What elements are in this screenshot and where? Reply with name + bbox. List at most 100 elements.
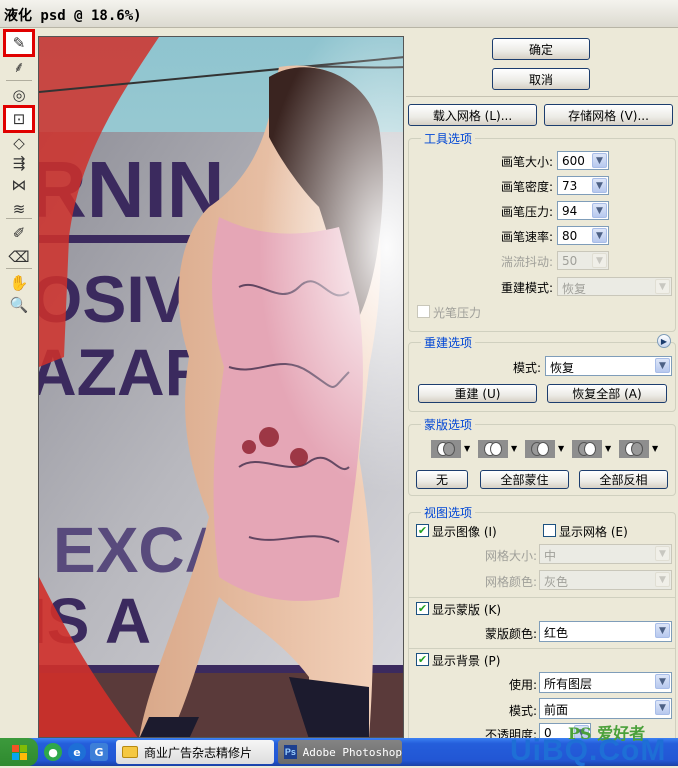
load-mesh-button[interactable]: 载入网格 (L)... bbox=[408, 104, 537, 126]
use-label: 使用: bbox=[508, 678, 537, 692]
reconstruct-mode-select: 恢复 ▼ bbox=[557, 277, 672, 296]
title-bar: 液化 psd @ 18.6%) bbox=[0, 0, 678, 28]
mode-label: 模式: bbox=[512, 361, 541, 375]
dropdown-arrow-icon[interactable]: ▼ bbox=[511, 444, 517, 453]
show-mask-checkbox[interactable]: ✔ bbox=[416, 602, 429, 615]
mesh-color-select: 灰色 ▼ bbox=[539, 570, 672, 590]
reconstruct-icon: ⸙ bbox=[13, 58, 25, 76]
start-button[interactable] bbox=[0, 738, 38, 766]
chevron-down-icon[interactable]: ▼ bbox=[655, 623, 670, 638]
subtract-from-selection-icon[interactable] bbox=[525, 440, 555, 458]
replace-selection-icon[interactable] bbox=[431, 440, 461, 458]
freeze-mask-tool[interactable]: ✐ bbox=[6, 222, 32, 244]
chevron-down-icon: ▼ bbox=[655, 279, 670, 294]
pucker-tool[interactable]: ⊡ bbox=[3, 105, 35, 133]
brush-pressure-input[interactable]: 94 ▼ bbox=[557, 201, 609, 220]
dropdown-arrow-icon[interactable]: ▼ bbox=[605, 444, 611, 453]
chevron-down-icon: ▼ bbox=[592, 253, 607, 268]
mask-options-title: 蒙版选项 bbox=[421, 416, 476, 433]
dropdown-arrow-icon[interactable]: ▼ bbox=[464, 444, 470, 453]
reconstruct-tool[interactable]: ⸙ bbox=[6, 56, 32, 78]
show-mesh-label: 显示网格 (E) bbox=[559, 525, 628, 539]
taskbar-item-photoshop[interactable]: Ps Adobe Photoshop bbox=[278, 740, 402, 764]
chevron-down-icon[interactable]: ▼ bbox=[655, 358, 670, 373]
reconstruct-button[interactable]: 重建 (U) bbox=[418, 384, 537, 403]
save-mesh-button[interactable]: 存储网格 (V)... bbox=[544, 104, 673, 126]
brush-rate-input[interactable]: 80 ▼ bbox=[557, 226, 609, 245]
twirl-clockwise-tool[interactable]: ◎ bbox=[6, 84, 32, 106]
divider bbox=[409, 648, 675, 649]
chevron-down-icon[interactable]: ▼ bbox=[655, 700, 670, 715]
bloat-tool[interactable]: ◇ bbox=[6, 132, 32, 154]
push-left-tool[interactable]: ⇶ bbox=[6, 152, 32, 174]
toolbox-separator bbox=[6, 218, 32, 219]
cancel-button[interactable]: 取消 bbox=[492, 68, 590, 90]
photoshop-icon: Ps bbox=[284, 745, 297, 759]
chevron-down-icon: ▼ bbox=[655, 572, 670, 587]
brush-density-input[interactable]: 73 ▼ bbox=[557, 176, 609, 195]
freeze-mask-icon: ✐ bbox=[12, 224, 26, 242]
show-image-label: 显示图像 (I) bbox=[432, 525, 497, 539]
turbulent-jitter-input: 50 ▼ bbox=[557, 251, 609, 270]
liquify-window: 液化 psd @ 18.6%) ✎ ⸙ ◎ ⊡ ◇ ⇶ ⋈ ≋ ✐ ⌫ ✋ 🔍 RNIN OSIV A… bbox=[0, 0, 678, 767]
hand-icon: ✋ bbox=[9, 274, 29, 292]
mask-none-button[interactable]: 无 bbox=[416, 470, 468, 489]
bloat-icon: ◇ bbox=[13, 134, 25, 152]
invert-all-button[interactable]: 全部反相 bbox=[579, 470, 668, 489]
brush-size-input[interactable]: 600 ▼ bbox=[557, 151, 609, 170]
liquify-toolbox: ✎ ⸙ ◎ ⊡ ◇ ⇶ ⋈ ≋ ✐ ⌫ ✋ 🔍 bbox=[0, 28, 38, 738]
divider bbox=[406, 96, 678, 97]
show-backdrop-label: 显示背景 (P) bbox=[432, 654, 501, 668]
thaw-mask-tool[interactable]: ⌫ bbox=[6, 246, 32, 268]
thaw-mask-icon: ⌫ bbox=[8, 248, 30, 266]
view-options-title: 视图选项 bbox=[421, 504, 476, 521]
chevron-down-icon[interactable]: ▼ bbox=[592, 153, 607, 168]
chevron-down-icon[interactable]: ▼ bbox=[592, 228, 607, 243]
mask-all-button[interactable]: 全部蒙住 bbox=[480, 470, 569, 489]
backdrop-mode-select[interactable]: 前面 ▼ bbox=[539, 698, 672, 719]
dropdown-arrow-icon[interactable]: ▼ bbox=[652, 444, 658, 453]
window-title: 液化 psd @ 18.6%) bbox=[4, 8, 142, 24]
chevron-down-icon[interactable]: ▼ bbox=[592, 203, 607, 218]
taskbar-item-folder[interactable]: 商业广告杂志精修片 bbox=[116, 740, 274, 764]
browser-icon[interactable]: G bbox=[90, 743, 108, 761]
twirl-clockwise-icon: ◎ bbox=[12, 86, 26, 104]
intersect-with-selection-icon[interactable] bbox=[572, 440, 602, 458]
add-to-selection-icon[interactable] bbox=[478, 440, 508, 458]
taskbar-item-label: Adobe Photoshop bbox=[302, 745, 402, 759]
messenger-icon[interactable]: ● bbox=[44, 743, 62, 761]
brush-density-label: 画笔密度: bbox=[500, 180, 553, 194]
forward-warp-icon: ✎ bbox=[12, 34, 26, 52]
show-mesh-checkbox[interactable] bbox=[543, 524, 556, 537]
taskbar: ● e G 商业广告杂志精修片 Ps Adobe Photoshop bbox=[0, 738, 678, 766]
restore-all-button[interactable]: 恢复全部 (A) bbox=[547, 384, 667, 403]
use-layers-select[interactable]: 所有图层 ▼ bbox=[539, 672, 672, 693]
mask-color-label: 蒙版颜色: bbox=[484, 627, 537, 641]
forward-warp-tool[interactable]: ✎ bbox=[3, 29, 35, 57]
invert-selection-icon[interactable] bbox=[619, 440, 649, 458]
zoom-tool[interactable]: 🔍 bbox=[6, 294, 32, 316]
chevron-down-icon[interactable]: ▼ bbox=[655, 674, 670, 689]
show-backdrop-checkbox[interactable]: ✔ bbox=[416, 653, 429, 666]
show-image-checkbox[interactable]: ✔ bbox=[416, 524, 429, 537]
stylus-pressure-checkbox bbox=[417, 305, 430, 318]
mask-color-select[interactable]: 红色 ▼ bbox=[539, 621, 672, 642]
ok-button[interactable]: 确定 bbox=[492, 38, 590, 60]
mask-options-group: 蒙版选项 ▼ ▼ ▼ ▼ ▼ 无 全部蒙住 全部反相 bbox=[408, 416, 676, 496]
turbulence-icon: ≋ bbox=[12, 200, 26, 218]
brush-rate-label: 画笔速率: bbox=[500, 230, 553, 244]
dropdown-arrow-icon[interactable]: ▼ bbox=[558, 444, 564, 453]
hand-tool[interactable]: ✋ bbox=[6, 272, 32, 294]
options-panel: 确定 取消 载入网格 (L)... 存储网格 (V)... 工具选项 画笔大小:… bbox=[406, 28, 678, 752]
turbulent-jitter-label: 湍流抖动: bbox=[500, 255, 553, 269]
reconstruct-options-title: 重建选项 bbox=[421, 334, 476, 351]
mesh-color-label: 网格颜色: bbox=[484, 575, 537, 589]
internet-explorer-icon[interactable]: e bbox=[68, 743, 86, 761]
image-preview-canvas[interactable]: RNIN OSIV AZAR EXCAVA IS A bbox=[38, 36, 404, 738]
mirror-tool[interactable]: ⋈ bbox=[6, 174, 32, 196]
chevron-down-icon[interactable]: ▼ bbox=[592, 178, 607, 193]
turbulence-tool[interactable]: ≋ bbox=[6, 198, 32, 220]
panel-menu-arrow-icon[interactable]: ▶ bbox=[657, 334, 671, 348]
reconstruct-mode-dropdown[interactable]: 恢复 ▼ bbox=[545, 356, 672, 376]
zoom-icon: 🔍 bbox=[9, 296, 29, 314]
